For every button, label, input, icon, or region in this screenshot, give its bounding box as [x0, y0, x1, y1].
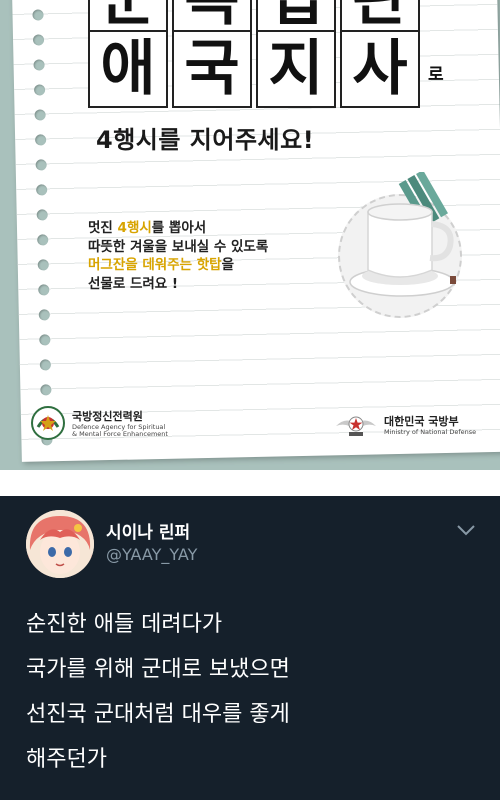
spiritual-agency-logo-icon	[31, 406, 65, 440]
mnd-emblem-icon	[336, 416, 376, 436]
title-char-box: 국	[172, 30, 252, 108]
tweet-text: 순진한 애들 데려다가 국가를 위해 군대로 보냈으면 선진국 군대처럼 대우를…	[26, 602, 486, 782]
title-char-box: 사	[340, 30, 420, 108]
tweet-display-name[interactable]: 시이나 린퍼	[106, 518, 190, 543]
tweet-line: 선진국 군대처럼 대우를 좋게	[26, 702, 290, 727]
tweet-card[interactable]: 시이나 린퍼 @YAAY_YAY 순진한 애들 데려다가 국가를 위해 군대로 …	[0, 496, 500, 800]
org-left-sub: & Mental Force Enhancement	[72, 430, 168, 438]
desc-text: 을	[221, 257, 235, 273]
desc-highlight: 머그잔을 데워주는 핫탑	[88, 257, 222, 273]
tweet-handle[interactable]: @YAAY_YAY	[106, 545, 197, 564]
desc-highlight: 4행시	[117, 220, 152, 236]
org-left-name: 국방정신전력원	[72, 409, 143, 423]
tweet-line: 국가를 위해 군대로 보냈으면	[26, 657, 290, 682]
mug-warmer-image	[349, 172, 456, 297]
title-suffix: 로	[428, 65, 444, 85]
tweet-line: 해주던가	[26, 747, 107, 772]
spiritual-agency-credit: 국방정신전력원 Defence Agency for Spiritual & M…	[30, 405, 168, 441]
menu-chevron-down-icon[interactable]	[452, 520, 480, 540]
title-char-box: 애	[88, 30, 168, 108]
poster-subtitle: 4행시를 지어주세요!	[96, 126, 315, 154]
mnd-credit: 대한민국 국방부 Ministry of National Defense	[334, 410, 476, 440]
binder-holes	[26, 0, 56, 460]
desc-text: 를 뽑아서	[151, 220, 207, 236]
contest-poster: 군 복 입 관 애 국 지 사 로 4행시를 지어주세요! 멋진 4행시를 뽑아…	[0, 0, 500, 470]
section-divider	[0, 470, 500, 496]
desc-text: 선물로 드려요 !	[88, 275, 179, 292]
tweet-line: 순진한 애들 데려다가	[26, 612, 223, 637]
poster-description: 멋진 4행시를 뽑아서 따뜻한 겨울을 보내실 수 있도록 머그잔을 데워주는 …	[88, 219, 268, 293]
anime-avatar-image	[26, 510, 94, 578]
org-right-sub: Ministry of National Defense	[384, 428, 477, 437]
poster-title-main-row: 애 국 지 사	[88, 30, 428, 108]
org-right-name: 대한민국 국방부	[384, 415, 459, 429]
title-char-box: 지	[256, 30, 336, 108]
avatar[interactable]	[26, 510, 94, 578]
desc-text: 따뜻한 겨울을 보내실 수 있도록	[88, 238, 269, 255]
desc-text: 멋진	[88, 220, 118, 236]
